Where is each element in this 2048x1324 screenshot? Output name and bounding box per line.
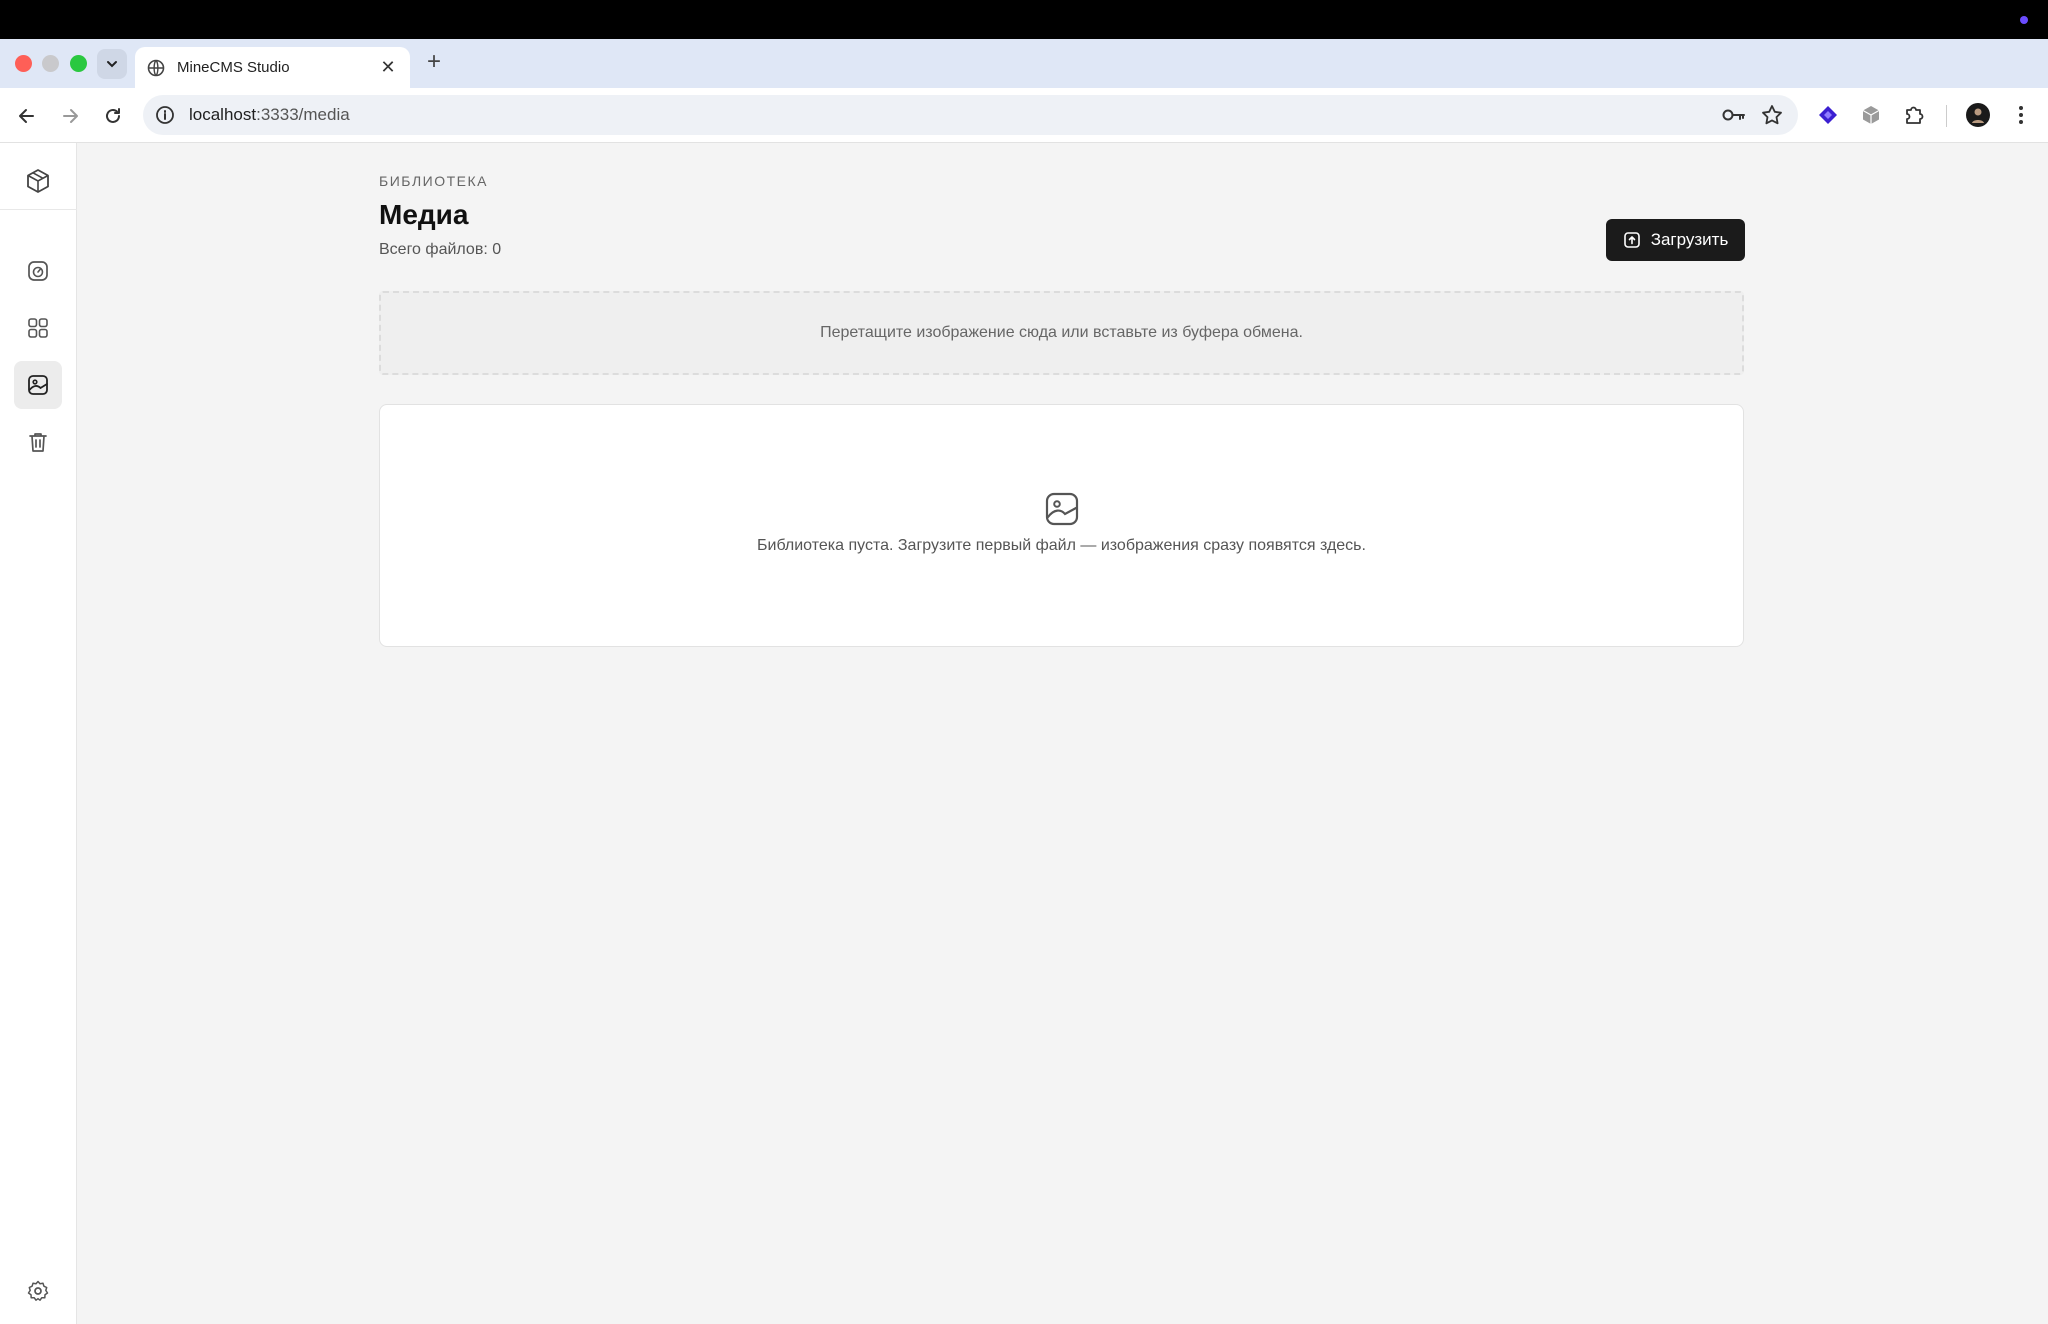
upload-icon	[1623, 231, 1641, 249]
empty-state-card: Библиотека пуста. Загрузите первый файл …	[379, 404, 1744, 647]
dropzone-text: Перетащите изображение сюда или вставьте…	[820, 324, 1303, 341]
extension-cube-icon[interactable]	[1858, 102, 1884, 128]
image-dropzone[interactable]: Перетащите изображение сюда или вставьте…	[379, 291, 1744, 375]
gear-icon	[27, 1280, 49, 1301]
sidebar-divider	[0, 209, 77, 210]
reload-button[interactable]	[98, 101, 128, 131]
toolbar-divider	[1946, 105, 1947, 127]
extensions-puzzle-icon[interactable]	[1901, 102, 1927, 128]
extension-diamond-icon[interactable]	[1815, 102, 1841, 128]
section-eyebrow: БИБЛИОТЕКА	[379, 173, 488, 189]
bookmark-star-icon[interactable]	[1760, 103, 1784, 127]
sidebar-item-trash[interactable]	[14, 418, 62, 466]
forward-button[interactable]	[55, 101, 85, 131]
address-bar[interactable]: localhost:3333/media	[143, 95, 1798, 135]
profile-avatar[interactable]	[1965, 102, 1991, 128]
upload-button-label: Загрузить	[1650, 230, 1729, 249]
site-info-icon[interactable]	[155, 105, 175, 125]
tab-close-icon[interactable]: ✕	[378, 57, 398, 78]
sidebar-item-dashboard[interactable]	[14, 247, 62, 295]
chevron-down-icon	[107, 61, 117, 68]
window-close-button[interactable]	[15, 55, 32, 72]
new-tab-button[interactable]: +	[422, 50, 446, 74]
app-sidebar	[0, 143, 77, 1324]
arrow-left-icon	[19, 109, 34, 123]
system-menu-bar	[0, 0, 2048, 39]
password-key-icon[interactable]	[1722, 103, 1746, 127]
browser-tab-strip: MineCMS Studio ✕ +	[0, 39, 2048, 88]
tab-title: MineCMS Studio	[177, 59, 290, 76]
browser-tab-active[interactable]: MineCMS Studio ✕	[135, 47, 410, 88]
sidebar-item-collections[interactable]	[14, 304, 62, 352]
trash-icon	[29, 433, 47, 452]
sidebar-item-settings[interactable]	[14, 1267, 62, 1315]
empty-state-message: Библиотека пуста. Загрузите первый файл …	[757, 536, 1366, 554]
kebab-menu-icon[interactable]	[2008, 102, 2034, 128]
image-icon	[28, 375, 48, 395]
arrow-right-icon	[63, 109, 78, 123]
status-dot	[2020, 16, 2028, 24]
cube-logo-icon	[27, 169, 49, 193]
grid-icon	[28, 318, 48, 338]
dashboard-icon	[28, 261, 48, 281]
url-path: :3333/media	[256, 105, 350, 124]
reload-icon	[106, 108, 120, 123]
sidebar-item-media[interactable]	[14, 361, 62, 409]
window-zoom-button[interactable]	[70, 55, 87, 72]
back-button[interactable]	[12, 101, 42, 131]
globe-icon	[147, 59, 165, 77]
url-host: localhost	[189, 105, 257, 124]
app-logo[interactable]	[14, 157, 62, 205]
file-count: Всего файлов: 0	[379, 241, 502, 258]
browser-toolbar: localhost:3333/media	[0, 88, 2048, 143]
page-title: Медиа	[379, 199, 469, 230]
window-minimize-button[interactable]	[42, 55, 59, 72]
image-icon	[1044, 491, 1080, 527]
url-text[interactable]: localhost:3333/media	[189, 105, 1722, 125]
tab-search-button[interactable]	[97, 49, 127, 79]
upload-button[interactable]: Загрузить	[1606, 219, 1745, 261]
